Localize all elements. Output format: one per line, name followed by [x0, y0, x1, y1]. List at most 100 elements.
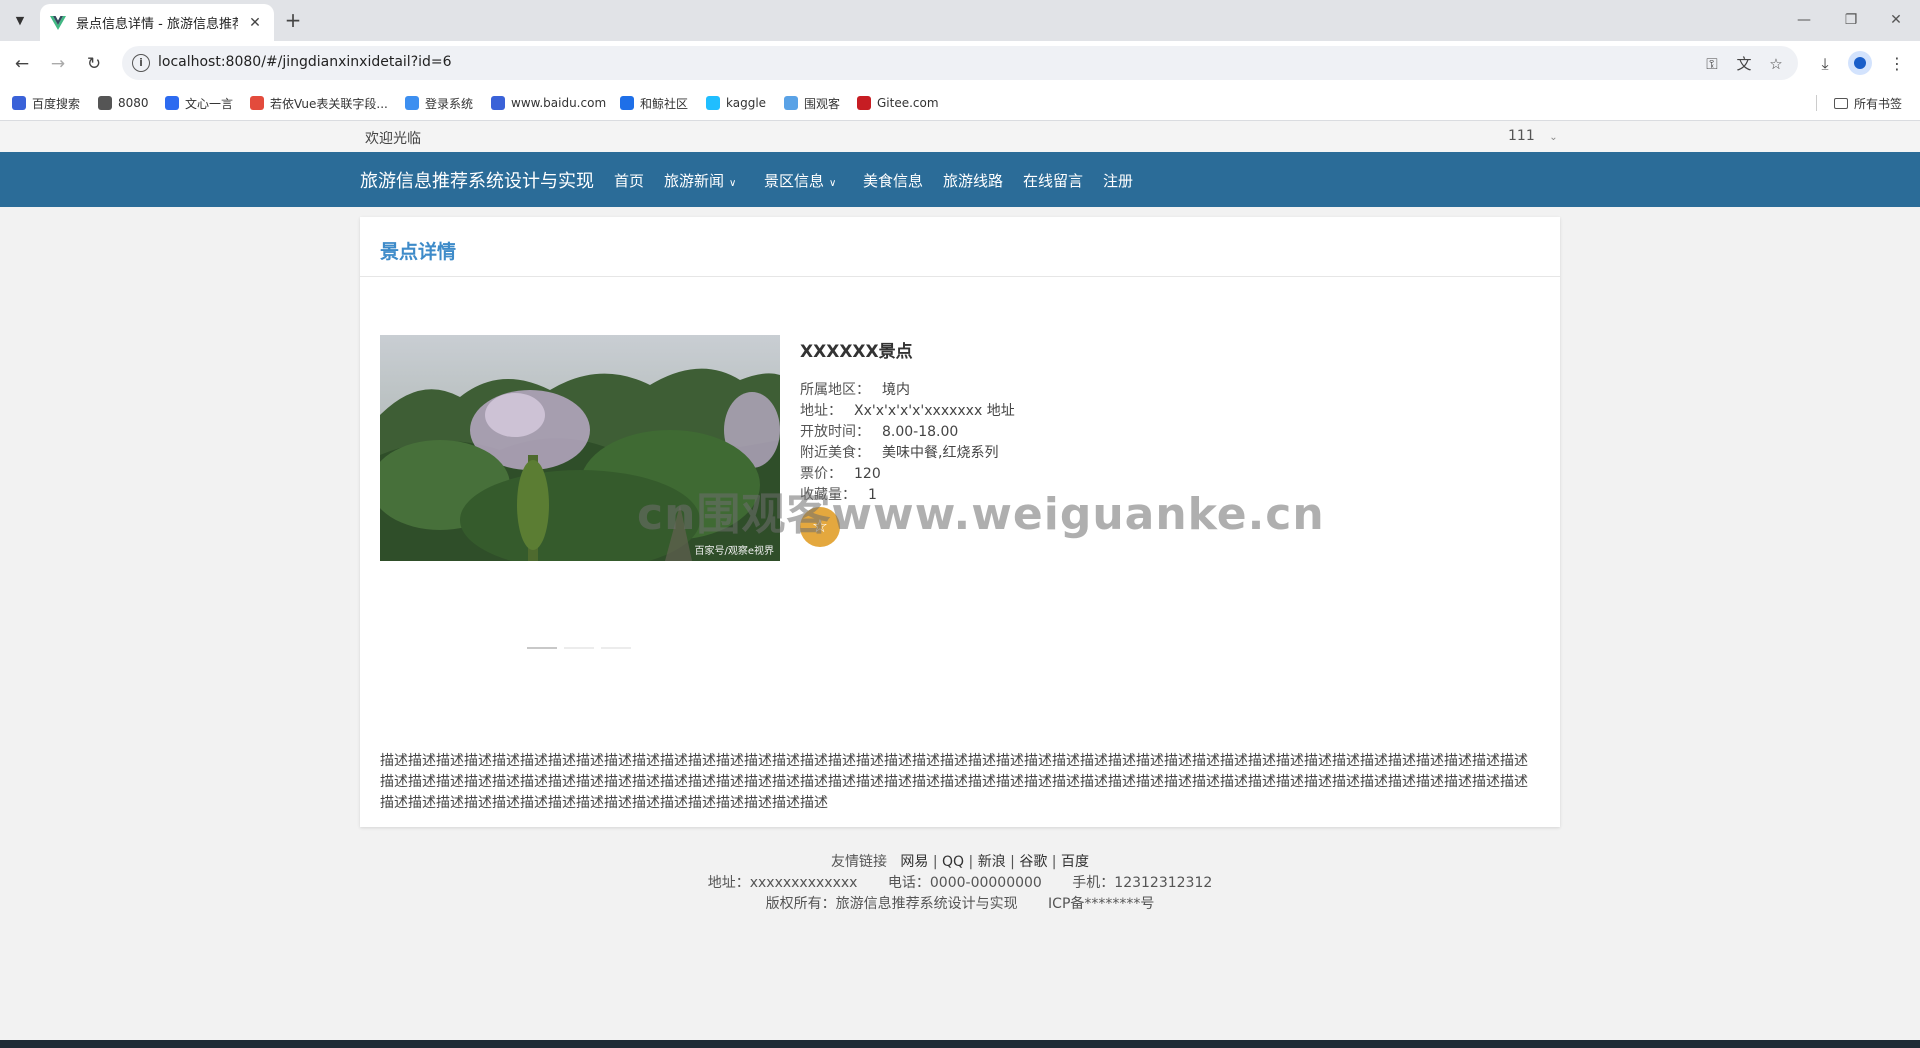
scenic-description: 描述描述描述描述描述描述描述描述描述描述描述描述描述描述描述描述描述描述描述描述… — [380, 753, 1528, 811]
nav-register[interactable]: 注册 — [1103, 170, 1133, 191]
bookmark-label: 围观客 — [804, 96, 841, 111]
site-navbar: 旅游信息推荐系统设计与实现 首页 旅游新闻 ∨ 景区信息 ∨ 美食信息 旅游线路 在线留言 注册 — [0, 152, 1920, 207]
site-info-icon[interactable]: i — [132, 54, 150, 72]
more-menu-icon[interactable]: ⋮ — [1884, 51, 1910, 77]
gitee-icon — [857, 96, 871, 110]
profile-avatar[interactable] — [1848, 51, 1872, 75]
nav-label: 旅游线路 — [943, 172, 1004, 190]
attribute-row: 开放时间： 8.00-18.00 — [800, 421, 958, 441]
attribute-value: Xx'x'x'x'x'xxxxxxx 地址 — [854, 403, 1015, 419]
all-bookmarks-folder[interactable]: 所有书签 — [1834, 94, 1902, 112]
nav-label: 美食信息 — [863, 172, 924, 190]
weiguanke-icon — [784, 96, 798, 110]
friend-link[interactable]: 谷歌 — [1019, 854, 1047, 870]
restore-icon[interactable]: ❐ — [1831, 8, 1871, 32]
bookmark-item[interactable]: 文心一言 — [165, 94, 233, 112]
window-close-icon[interactable]: ✕ — [1876, 8, 1916, 32]
bookmark-label: www.baidu.com — [511, 96, 607, 110]
bookmarks-separator — [1816, 95, 1817, 111]
kaggle-icon — [706, 96, 720, 110]
nav-message-board[interactable]: 在线留言 — [1023, 170, 1083, 191]
footer-copyright: 版权所有：旅游信息推荐系统设计与实现 ICP备********号 — [0, 894, 1920, 915]
attribute-value: 8.00-18.00 — [882, 424, 959, 440]
bookmark-star-icon[interactable]: ☆ — [1766, 54, 1786, 74]
bookmarks-bar: 所有书签 百度搜索 8080 文心一言 若依Vue表关联字段... 登录系统 www.ba… — [0, 85, 1920, 121]
bookmark-item[interactable]: www.baidu.com — [491, 94, 606, 112]
friend-link[interactable]: 百度 — [1061, 854, 1089, 870]
attribute-label: 开放时间： — [800, 424, 870, 440]
scenic-name: XXXXXX景点 — [800, 342, 913, 362]
paw-icon — [12, 96, 26, 110]
globe-icon — [98, 96, 112, 110]
reload-icon[interactable]: ↻ — [81, 51, 107, 77]
nav-travel-news[interactable]: 旅游新闻 ∨ — [664, 170, 736, 191]
attribute-label: 附近美食： — [800, 445, 870, 461]
tab-search-chevron-icon[interactable]: ▼ — [8, 8, 32, 32]
bookmark-item[interactable]: 百度搜索 — [12, 94, 80, 112]
site-footer: 友情链接 网易 | QQ | 新浪 | 谷歌 | 百度 地址：xxxxxxxxx… — [0, 852, 1920, 915]
vue-favicon-icon — [50, 15, 66, 30]
bookmark-item[interactable]: 和鲸社区 — [620, 94, 688, 112]
bookmark-label: kaggle — [726, 96, 767, 110]
carousel-dot[interactable] — [601, 647, 631, 649]
bookmark-item[interactable]: kaggle — [706, 94, 766, 112]
login-icon — [405, 96, 419, 110]
bookmark-label: 8080 — [118, 96, 149, 110]
tab-title: 景点信息详情 - 旅游信息推荐系统 — [76, 17, 238, 32]
bookmark-item[interactable]: 围观客 — [784, 94, 840, 112]
user-dropdown[interactable]: 111 ⌄ — [1508, 128, 1558, 144]
carousel-dot[interactable] — [564, 647, 594, 649]
friend-link[interactable]: 网易 — [900, 854, 928, 870]
password-key-icon[interactable]: ⚿ — [1702, 54, 1722, 74]
friend-links-label: 友情链接 — [831, 854, 888, 870]
forward-arrow-icon[interactable]: → — [45, 51, 71, 77]
nav-label: 景区信息 — [764, 172, 825, 190]
bookmark-label: 登录系统 — [425, 96, 474, 111]
friend-links: 友情链接 网易 | QQ | 新浪 | 谷歌 | 百度 — [831, 854, 1089, 870]
friend-link[interactable]: 新浪 — [978, 854, 1006, 870]
minimize-icon[interactable]: — — [1784, 8, 1824, 32]
attribute-row: 地址： Xx'x'x'x'x'xxxxxxx 地址 — [800, 400, 1015, 420]
footer-icp: ICP备********号 — [1048, 896, 1155, 912]
bookmark-item[interactable]: 8080 — [98, 94, 149, 112]
bookmark-label: 若依Vue表关联字段... — [270, 96, 388, 111]
site-watermark: cn围观客www.weiguanke.cn — [637, 489, 1325, 540]
bookmark-item[interactable]: 若依Vue表关联字段... — [250, 94, 388, 112]
attribute-row: 附近美食： 美味中餐,红烧系列 — [800, 442, 998, 462]
browser-tab-strip: ▼ 景点信息详情 - 旅游信息推荐系统 ✕ + — ❐ ✕ — [0, 0, 1920, 41]
ruoyi-icon — [250, 96, 264, 110]
welcome-bar: 欢迎光临 111 ⌄ — [0, 121, 1920, 152]
panel-header: 景点详情 — [360, 217, 1560, 277]
back-arrow-icon[interactable]: ← — [9, 51, 35, 77]
bookmark-item[interactable]: Gitee.com — [857, 94, 939, 112]
carousel-dot[interactable] — [527, 647, 557, 649]
attribute-label: 地址： — [800, 403, 842, 419]
url-text[interactable]: localhost:8080/#/jingdianxinxidetail?id=… — [158, 54, 452, 70]
nav-home[interactable]: 首页 — [614, 170, 644, 191]
bookmark-label: 文心一言 — [185, 96, 234, 111]
footer-contact: 地址：xxxxxxxxxxxxx 电话：0000-00000000 手机：123… — [0, 873, 1920, 894]
all-bookmarks-label: 所有书签 — [1854, 96, 1903, 111]
chevron-down-icon: ∨ — [829, 178, 837, 189]
new-tab-plus-icon[interactable]: + — [282, 10, 304, 32]
download-icon[interactable]: ⤓ — [1812, 51, 1838, 77]
username: 111 — [1508, 128, 1535, 144]
address-bar[interactable]: i localhost:8080/#/jingdianxinxidetail?i… — [122, 46, 1798, 80]
heywhale-icon — [620, 96, 634, 110]
chevron-down-icon: ∨ — [729, 178, 737, 189]
footer-mobile: 手机：12312312312 — [1072, 875, 1213, 891]
bookmark-item[interactable]: 登录系统 — [405, 94, 473, 112]
nav-label: 在线留言 — [1023, 172, 1084, 190]
browser-tab-active[interactable]: 景点信息详情 - 旅游信息推荐系统 ✕ — [40, 4, 274, 41]
tab-close-icon[interactable]: ✕ — [246, 15, 264, 31]
attribute-value: 境内 — [882, 382, 910, 398]
friend-link[interactable]: QQ — [942, 854, 964, 870]
site-brand[interactable]: 旅游信息推荐系统设计与实现 — [360, 167, 594, 193]
attribute-label: 所属地区： — [800, 382, 870, 398]
nav-food-info[interactable]: 美食信息 — [863, 170, 923, 191]
nav-travel-routes[interactable]: 旅游线路 — [943, 170, 1003, 191]
attribute-row: 所属地区： 境内 — [800, 379, 910, 399]
translate-icon[interactable]: 文 — [1734, 54, 1754, 74]
profile-person-icon — [1854, 57, 1866, 69]
nav-scenic-info[interactable]: 景区信息 ∨ — [764, 170, 836, 191]
